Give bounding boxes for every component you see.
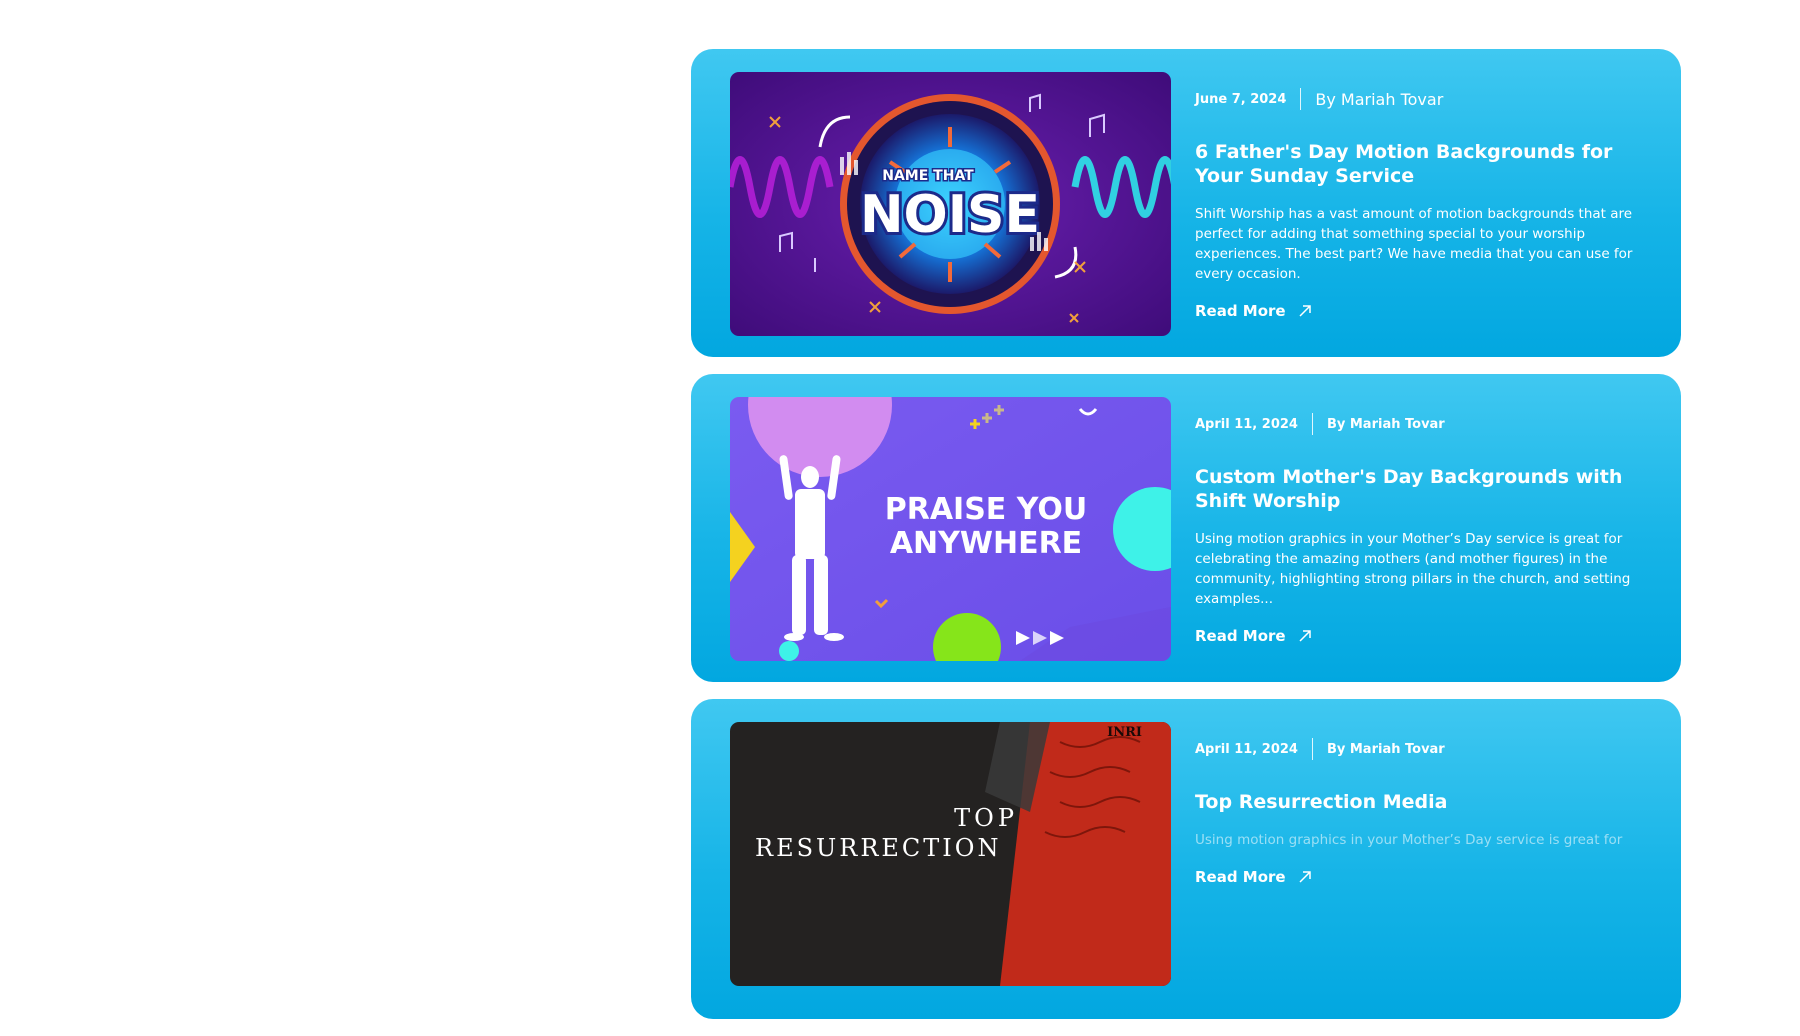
- post-card: NAME THAT NOISE June 7, 2024 By Mariah T…: [691, 49, 1681, 357]
- thumbnail-illustration: INRI TOP RESURRECTION: [730, 722, 1171, 986]
- post-meta: June 7, 2024 By Mariah Tovar: [1195, 86, 1650, 112]
- post-content: April 11, 2024 By Mariah Tovar Top Resur…: [1195, 722, 1650, 886]
- post-date: June 7, 2024: [1195, 91, 1287, 107]
- read-more-label: Read More: [1195, 302, 1286, 320]
- post-meta: April 11, 2024 By Mariah Tovar: [1195, 411, 1650, 437]
- post-author[interactable]: By Mariah Tovar: [1301, 90, 1443, 109]
- arrow-up-right-icon: [1299, 630, 1311, 642]
- post-content: June 7, 2024 By Mariah Tovar 6 Father's …: [1195, 72, 1650, 320]
- arrow-up-right-icon: [1299, 305, 1311, 317]
- read-more-link[interactable]: Read More: [1195, 627, 1312, 645]
- post-excerpt: Using motion graphics in your Mother’s D…: [1195, 531, 1631, 607]
- thumbnail-text-line-1: PRAISE YOU: [885, 492, 1088, 527]
- post-excerpt: Shift Worship has a vast amount of motio…: [1195, 206, 1633, 282]
- post-date: April 11, 2024: [1195, 741, 1298, 757]
- thumbnail-illustration: NAME THAT NOISE: [730, 72, 1171, 336]
- blog-post-list: NAME THAT NOISE June 7, 2024 By Mariah T…: [691, 49, 1681, 1036]
- read-more-link[interactable]: Read More: [1195, 302, 1312, 320]
- post-card: PRAISE YOU ANYWHERE April 11, 2024 By Ma…: [691, 374, 1681, 682]
- thumbnail-illustration: PRAISE YOU ANYWHERE: [730, 397, 1171, 661]
- post-author[interactable]: By Mariah Tovar: [1313, 417, 1445, 432]
- post-thumbnail-name-that-noise[interactable]: NAME THAT NOISE: [730, 72, 1171, 336]
- post-thumbnail-top-resurrection[interactable]: INRI TOP RESURRECTION: [730, 722, 1171, 986]
- post-excerpt: Using motion graphics in your Mother’s D…: [1195, 832, 1623, 848]
- post-title[interactable]: 6 Father's Day Motion Backgrounds for Yo…: [1195, 140, 1650, 188]
- post-card: INRI TOP RESURRECTION April 11, 2024 By …: [691, 699, 1681, 1019]
- read-more-link[interactable]: Read More: [1195, 868, 1312, 886]
- read-more-label: Read More: [1195, 868, 1286, 886]
- post-author[interactable]: By Mariah Tovar: [1313, 742, 1445, 757]
- read-more-label: Read More: [1195, 627, 1286, 645]
- post-title[interactable]: Custom Mother's Day Backgrounds with Shi…: [1195, 465, 1650, 513]
- thumbnail-text-line-2: ANYWHERE: [890, 526, 1082, 561]
- post-thumbnail-praise-you-anywhere[interactable]: PRAISE YOU ANYWHERE: [730, 397, 1171, 661]
- post-title[interactable]: Top Resurrection Media: [1195, 790, 1650, 814]
- arrow-up-right-icon: [1299, 871, 1311, 883]
- svg-text:INRI: INRI: [1107, 725, 1142, 740]
- post-date: April 11, 2024: [1195, 416, 1298, 432]
- post-meta: April 11, 2024 By Mariah Tovar: [1195, 736, 1650, 762]
- thumbnail-text-line-1: NAME THAT: [882, 168, 974, 184]
- thumbnail-text-line-1: TOP: [954, 804, 1018, 832]
- thumbnail-text-line-2: NOISE: [860, 185, 1040, 245]
- post-content: April 11, 2024 By Mariah Tovar Custom Mo…: [1195, 397, 1650, 645]
- thumbnail-text-line-2: RESURRECTION: [755, 834, 1001, 862]
